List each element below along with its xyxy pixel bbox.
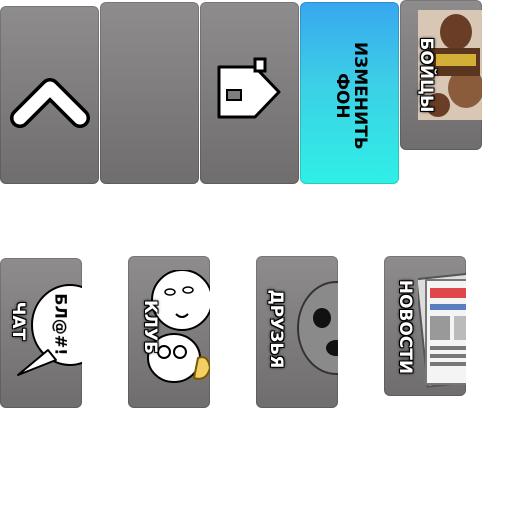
chevron-up-icon [10, 78, 90, 128]
home-tile[interactable] [200, 2, 299, 184]
chat-tile[interactable]: БЛ@#! ЧАТ [0, 258, 82, 408]
friends-tile[interactable]: ДРУЗЬЯ [256, 256, 338, 408]
fighters-tile[interactable]: БОЙЦЫ [400, 0, 482, 150]
fighters-label: БОЙЦЫ [415, 37, 436, 113]
news-label: НОВОСТИ [394, 279, 415, 375]
blank-tile[interactable] [100, 2, 199, 184]
skull-face-icon [297, 281, 338, 375]
friends-label: ДРУЗЬЯ [265, 289, 286, 369]
newspapers-icon [418, 272, 466, 388]
back-tile[interactable] [0, 6, 99, 184]
change-background-tile[interactable]: ИЗМЕНИТЬ ФОН [300, 2, 399, 184]
club-tile[interactable]: КЛУБ [128, 256, 210, 408]
chat-label: ЧАТ [7, 301, 28, 341]
change-background-label: ИЗМЕНИТЬ ФОН [332, 41, 370, 150]
home-icon [217, 57, 281, 119]
club-label: КЛУБ [139, 299, 160, 354]
news-tile[interactable]: НОВОСТИ [384, 256, 466, 396]
chat-bubble-text: БЛ@#! [51, 293, 71, 356]
